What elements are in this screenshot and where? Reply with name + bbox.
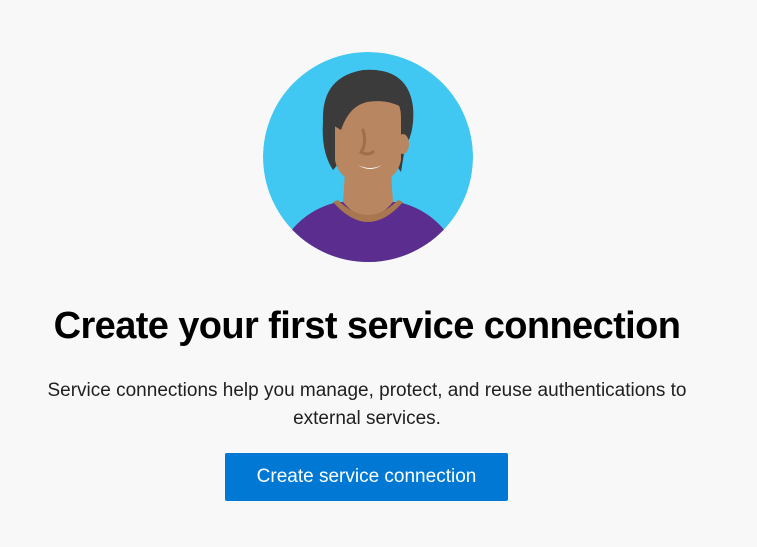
description-line-2: external services.: [293, 408, 441, 429]
create-service-connection-button[interactable]: Create service connection: [225, 453, 508, 501]
empty-state-title: Create your first service connection: [53, 305, 681, 347]
description-line-1: Service connections help you manage, pro…: [47, 380, 687, 401]
empty-state-container: Create your first service connection Ser…: [0, 0, 757, 547]
person-avatar-icon: [263, 52, 473, 262]
empty-state-description: Service connections help you manage, pro…: [0, 377, 734, 433]
